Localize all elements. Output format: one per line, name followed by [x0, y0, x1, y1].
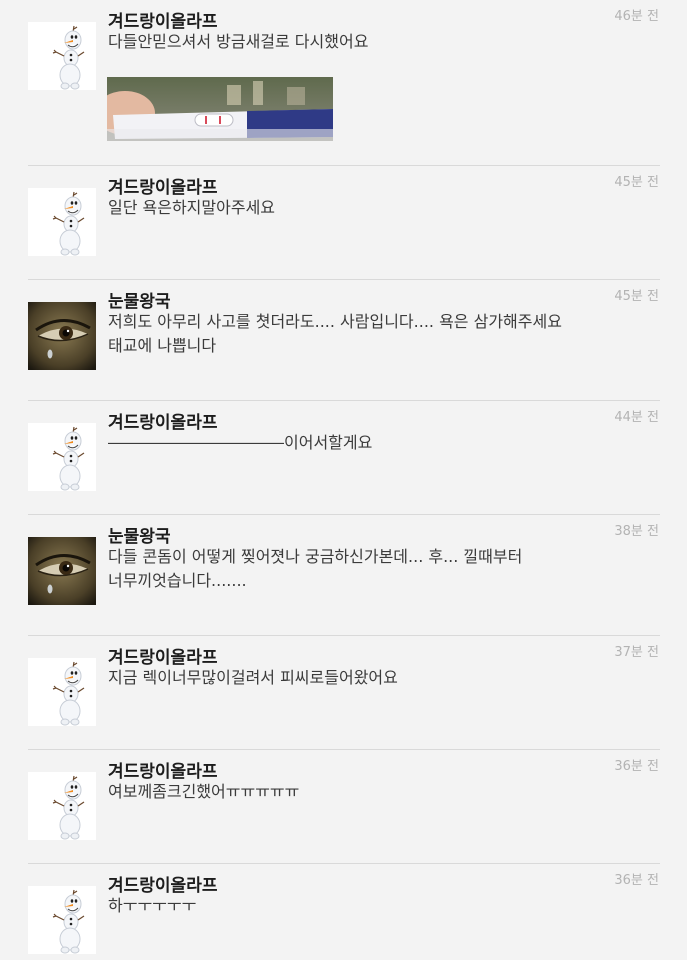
comment-text-line: 너무끼엇습니다....... [108, 571, 247, 590]
comment-divider [28, 400, 660, 401]
avatar-crying-eye[interactable] [28, 537, 96, 605]
comment-timestamp: 36분 전 [614, 759, 659, 774]
comment-username[interactable]: 겨드랑이올라프 [108, 7, 217, 32]
comment-timestamp: 37분 전 [614, 645, 659, 660]
avatar-olaf[interactable] [28, 188, 96, 256]
comment-text-line: 다들 콘돔이 어떻게 찢어졋나 궁금하신가본데... 후... 낄때부터 [108, 547, 523, 566]
comment-timestamp: 38분 전 [614, 524, 659, 539]
comment-username[interactable]: 겨드랑이올라프 [108, 643, 217, 668]
comment-username[interactable]: 겨드랑이올라프 [108, 757, 217, 782]
comment-text-line: 여보께좀크긴했어ㅠㅠㅠㅠㅠ [108, 782, 300, 801]
comment-timestamp: 44분 전 [614, 410, 659, 425]
comment-timestamp: 36분 전 [614, 873, 659, 888]
comment-username[interactable]: 눈물왕국 [108, 287, 171, 312]
comment-text-line: 저희도 아무리 사고를 쳣더라도.... 사람입니다.... 욕은 삼가해주세요 [108, 312, 562, 331]
comment-divider [28, 863, 660, 864]
comment-text-line: 일단 욕은하지말아주세요 [108, 198, 276, 217]
comment-text-line: ―――――――――――이어서할게요 [108, 433, 373, 452]
avatar-olaf[interactable] [28, 772, 96, 840]
comment-username[interactable]: 겨드랑이올라프 [108, 173, 217, 198]
comment-text-line: 지금 렉이너무많이걸려서 피씨로들어왔어요 [108, 668, 398, 687]
comment-username[interactable]: 겨드랑이올라프 [108, 408, 217, 433]
comment-timestamp: 45분 전 [614, 175, 659, 190]
comment-divider [28, 514, 660, 515]
comment-username[interactable]: 겨드랑이올라프 [108, 871, 217, 896]
avatar-olaf[interactable] [28, 886, 96, 954]
comment-text-line: 다들안믿으셔서 방금새걸로 다시했어요 [108, 32, 369, 51]
avatar-olaf[interactable] [28, 658, 96, 726]
comment-text-line: 하ㅜㅜㅜㅜㅜ [108, 896, 197, 915]
comment-divider [28, 635, 660, 636]
comment-feed: 겨드랑이올라프 46분 전 다들안믿으셔서 방금새걸로 다시했어요 겨드랑이올라… [0, 0, 687, 960]
comment-divider [28, 749, 660, 750]
comment-text-line: 태교에 나쁩니다 [108, 336, 217, 355]
comment-divider [28, 165, 660, 166]
comment-timestamp: 46분 전 [614, 9, 659, 24]
avatar-crying-eye[interactable] [28, 302, 96, 370]
avatar-olaf[interactable] [28, 423, 96, 491]
avatar-olaf[interactable] [28, 22, 96, 90]
comment-attachment-photo[interactable] [107, 77, 333, 141]
comment-divider [28, 279, 660, 280]
comment-username[interactable]: 눈물왕국 [108, 522, 171, 547]
comment-timestamp: 45분 전 [614, 289, 659, 304]
